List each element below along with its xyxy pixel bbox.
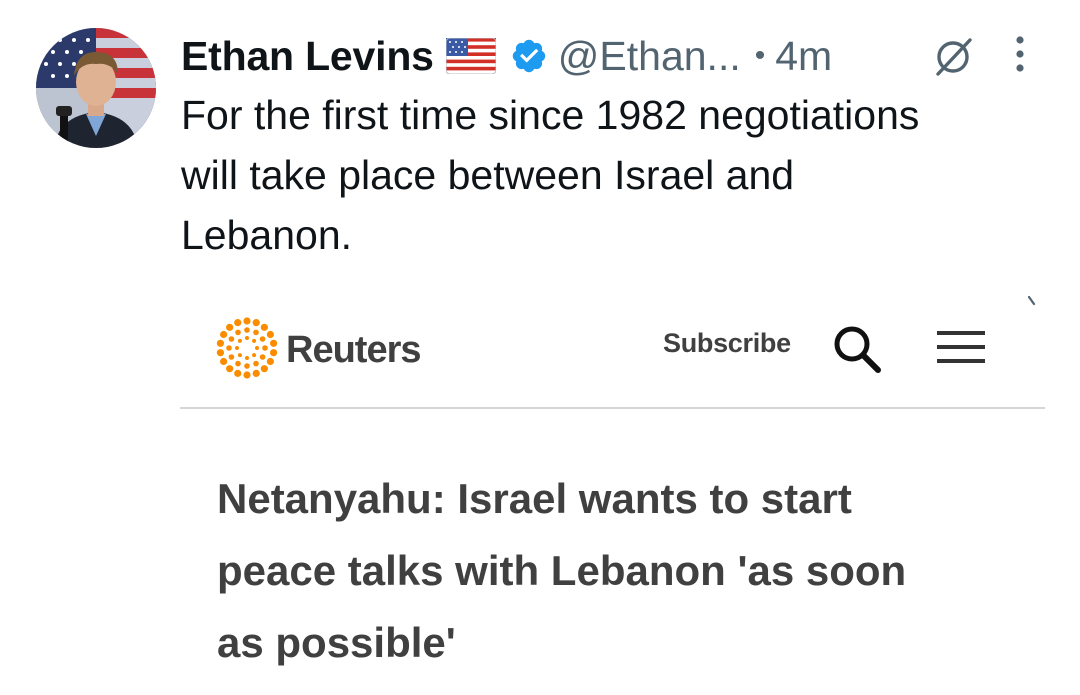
reuters-brand: Reuters: [286, 329, 421, 371]
us-flag-icon: [445, 38, 496, 74]
menu-icon[interactable]: [937, 330, 985, 369]
avatar[interactable]: [36, 28, 156, 148]
author-handle[interactable]: @Ethan...: [558, 33, 741, 80]
author-name[interactable]: Ethan Levins: [181, 33, 434, 80]
reuters-logo-icon: [216, 317, 278, 384]
timestamp[interactable]: 4m: [775, 33, 832, 80]
tweet-text: For the first time since 1982 negotiatio…: [181, 92, 920, 258]
search-icon[interactable]: [830, 322, 884, 381]
subscribe-link[interactable]: Subscribe: [663, 328, 791, 359]
card-corner-mark: [1027, 293, 1036, 311]
separator-dot: •: [754, 39, 766, 72]
card-divider: [180, 407, 1045, 409]
tweet-header: Ethan Levins @Ethan... • 4m: [181, 28, 1030, 84]
more-vertical-icon[interactable]: [1010, 34, 1030, 83]
tweet: Ethan Levins @Ethan... • 4m For the firs…: [0, 0, 1080, 695]
article-headline[interactable]: Netanyahu: Israel wants to start peace t…: [217, 463, 1037, 679]
verified-badge-icon[interactable]: [510, 37, 548, 75]
grok-icon[interactable]: [930, 34, 976, 85]
reuters-logo[interactable]: Reuters: [216, 317, 421, 384]
